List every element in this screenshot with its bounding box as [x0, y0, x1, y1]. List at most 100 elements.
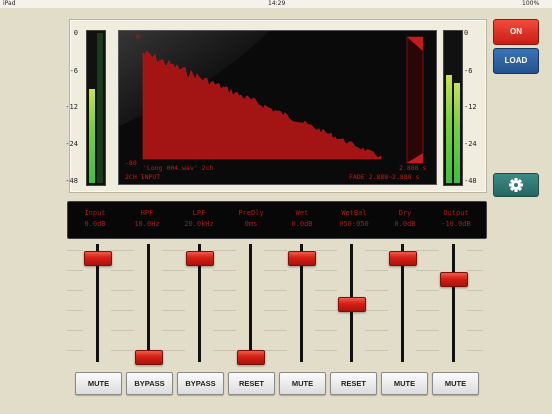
fader-tick	[169, 330, 185, 331]
hpf-fader-knob[interactable]	[135, 350, 163, 365]
fader-tick	[467, 290, 483, 291]
output-mute-button[interactable]: MUTE	[432, 372, 479, 395]
battery-level: 100%	[522, 0, 540, 7]
wetbal-fader-knob[interactable]	[338, 297, 366, 312]
param-input: Input 0.0dB	[70, 208, 120, 230]
predelay-reset-button[interactable]: RESET	[228, 372, 275, 395]
param-value: 0.0dB	[84, 220, 106, 228]
dry-fader-knob[interactable]	[389, 251, 417, 267]
left-scale-6: -6	[69, 67, 78, 75]
fader-tick	[321, 270, 337, 271]
fader-tick	[467, 350, 483, 351]
fader-tick	[321, 310, 337, 311]
parameter-display: Input 0.0dB HPF 10.0Hz LPF 20.0kHz PreDly 0m…	[67, 201, 487, 239]
param-dry: Dry 0.0dB	[380, 208, 430, 230]
param-name: PreDly	[238, 209, 264, 217]
param-value: 0.0dB	[291, 220, 313, 228]
param-value: 0ms	[244, 220, 258, 228]
fader-tick	[67, 330, 83, 331]
fader-tick	[271, 310, 287, 311]
impulse-response-graph	[119, 31, 424, 164]
dry-mute-button[interactable]: MUTE	[381, 372, 428, 395]
fader-tick	[220, 310, 236, 311]
fader-tick	[423, 350, 439, 351]
right-scale-24: -24	[464, 140, 477, 148]
param-name: Output	[443, 209, 469, 217]
fader-tick	[321, 330, 337, 331]
fader-tick	[169, 290, 185, 291]
param-name: LPF	[192, 209, 206, 217]
fader-tick	[220, 350, 236, 351]
left-scale-12: -12	[65, 103, 78, 111]
fader-tick	[118, 310, 134, 311]
hpf-fader-track[interactable]	[147, 244, 150, 362]
settings-button[interactable]	[493, 173, 539, 197]
fader-tick	[271, 350, 287, 351]
param-name: HPF	[140, 209, 154, 217]
lpf-fader-knob[interactable]	[186, 251, 214, 267]
fader-tick	[423, 270, 439, 271]
fader-tick	[271, 250, 287, 251]
fader-tick	[118, 290, 134, 291]
status-bar: iPad 14:29 100%	[0, 0, 552, 8]
output-meter-bar-right	[454, 82, 460, 183]
fader-tick	[118, 250, 134, 251]
wet-fader-knob[interactable]	[288, 251, 316, 267]
fader-tick	[423, 250, 439, 251]
fader-tick	[467, 310, 483, 311]
param-predelay: PreDly 0ms	[226, 208, 276, 230]
wetbal-reset-button[interactable]: RESET	[330, 372, 377, 395]
param-name: Dry	[398, 209, 412, 217]
fader-tick	[423, 330, 439, 331]
param-wet: Wet 0.0dB	[277, 208, 327, 230]
fader-tick	[321, 350, 337, 351]
fader-tick	[67, 350, 83, 351]
display-bottom-label: -80	[125, 159, 137, 167]
fade-label: FADE 2.888~2.888 s	[349, 173, 420, 181]
hpf-bypass-button[interactable]: BYPASS	[126, 372, 173, 395]
right-scale-48: -48	[464, 177, 477, 185]
fader-tick	[220, 330, 236, 331]
fader-tick	[118, 330, 134, 331]
param-value: -10.0dB	[441, 220, 471, 228]
fader-tick	[372, 270, 388, 271]
on-button[interactable]: ON	[493, 19, 539, 45]
right-scale-12: -12	[464, 103, 477, 111]
impulse-response-display[interactable]: 0 -80 'Long 004.wav' 2ch 2CH INPUT 2.888…	[118, 30, 437, 185]
fader-tick	[118, 270, 134, 271]
input-meter-bar-right	[97, 33, 103, 183]
input-meter-bar-left	[89, 88, 95, 183]
param-value: 10.0Hz	[134, 220, 160, 228]
fader-tick	[67, 290, 83, 291]
fader-tick	[271, 330, 287, 331]
output-meter-bar-left	[446, 75, 452, 183]
input-mode-label: 2CH INPUT	[125, 173, 161, 181]
left-scale-0: 0	[73, 29, 78, 37]
device-label: iPad	[3, 0, 16, 7]
output-level-meter	[443, 30, 463, 186]
param-lpf: LPF 20.0kHz	[174, 208, 224, 230]
display-top-label: 0	[136, 33, 140, 41]
param-value: 050:050	[339, 220, 369, 228]
fader-tick	[467, 330, 483, 331]
fader-tick	[321, 290, 337, 291]
predelay-fader-track[interactable]	[249, 244, 252, 362]
left-scale-48: -48	[65, 177, 78, 185]
fader-tick	[467, 270, 483, 271]
predelay-fader-knob[interactable]	[237, 350, 265, 365]
output-fader-track[interactable]	[452, 244, 455, 362]
lpf-bypass-button[interactable]: BYPASS	[177, 372, 224, 395]
fade-region	[406, 36, 424, 164]
fader-tick	[67, 250, 83, 251]
fader-tick	[67, 310, 83, 311]
fader-tick	[372, 250, 388, 251]
param-name: Input	[84, 209, 106, 217]
wet-mute-button[interactable]: MUTE	[279, 372, 326, 395]
output-fader-knob[interactable]	[440, 271, 468, 287]
input-fader-knob[interactable]	[84, 251, 112, 267]
fader-tick	[169, 250, 185, 251]
right-scale-0: 0	[464, 29, 469, 37]
load-button[interactable]: LOAD	[493, 48, 539, 74]
param-value: 0.0dB	[394, 220, 416, 228]
input-mute-button[interactable]: MUTE	[75, 372, 122, 395]
